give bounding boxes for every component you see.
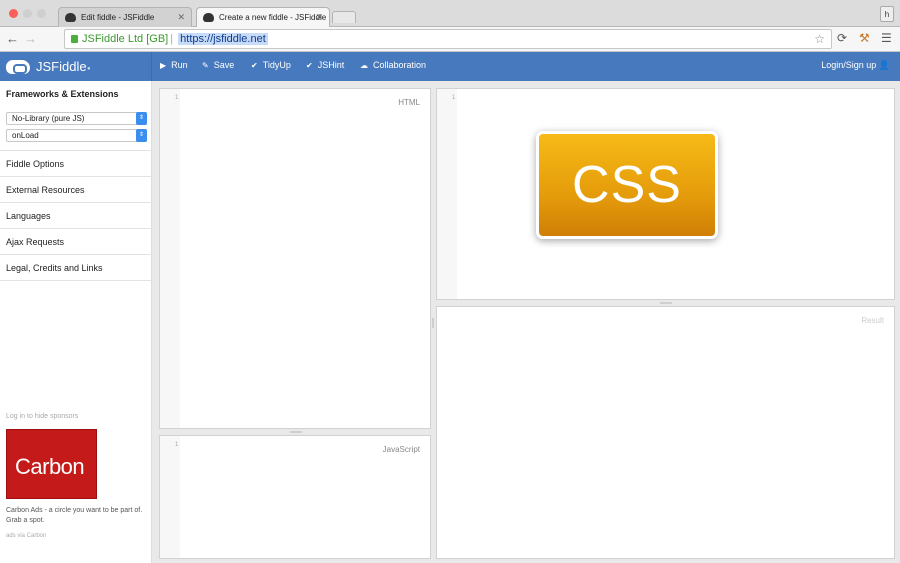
line-gutter (437, 89, 457, 299)
ads-via-carbon-link[interactable]: ads via Carbon (6, 533, 46, 539)
tab-label: Create a new fiddle - JSFiddle (219, 13, 327, 22)
result-panel-label: Result (861, 316, 884, 325)
run-button[interactable]: ▶ Run (160, 60, 188, 70)
cloud-icon: ☁ (360, 61, 368, 70)
hide-sponsors-link[interactable]: Log in to hide sponsors (6, 413, 78, 420)
sidebar-item-ajax-requests[interactable]: Ajax Requests (0, 228, 152, 254)
jsfiddle-favicon-icon (65, 13, 76, 22)
javascript-editor-panel[interactable]: 1 JavaScript (159, 435, 431, 559)
column-resize-handle[interactable] (432, 318, 434, 328)
sidebar: Frameworks & Extensions No-Library (pure… (0, 81, 152, 563)
close-tab-icon[interactable]: ✕ (315, 12, 323, 23)
library-select[interactable]: No-Library (pure JS) ⇕ (6, 112, 147, 125)
load-type-select[interactable]: onLoad ⇕ (6, 129, 147, 142)
pencil-icon: ✎ (202, 61, 209, 70)
ev-certificate-name: JSFiddle Ltd [GB] (82, 33, 169, 45)
play-icon: ▶ (160, 61, 167, 70)
forward-arrow-icon[interactable]: → (24, 31, 37, 46)
css-resize-handle[interactable] (660, 302, 672, 304)
result-panel[interactable]: Result (436, 306, 895, 559)
jsfiddle-favicon-icon (203, 13, 214, 22)
carbon-ad-text[interactable]: Carbon Ads - a circle you want to be par… (6, 506, 151, 526)
sidebar-item-legal[interactable]: Legal, Credits and Links (0, 254, 152, 280)
css-badge-text: CSS (572, 156, 682, 214)
sidebar-item-external-resources[interactable]: External Resources (0, 176, 152, 202)
javascript-panel-label: JavaScript (382, 445, 420, 454)
jsfiddle-header: JSFiddle ● ▶ Run ✎ Save ✔ TidyUp ✔ JSHint ☁ C… (0, 52, 900, 81)
css-editor-panel[interactable]: 1 CSS (436, 88, 895, 300)
minimize-window-button[interactable] (23, 9, 32, 18)
logo-text[interactable]: JSFiddle (36, 59, 87, 74)
close-window-button[interactable] (9, 9, 18, 18)
save-button[interactable]: ✎ Save (202, 60, 234, 70)
tidyup-button[interactable]: ✔ TidyUp (251, 60, 291, 70)
sidebar-item-languages[interactable]: Languages (0, 202, 152, 228)
bookmark-star-icon[interactable]: ☆ (814, 32, 825, 46)
jsfiddle-cloud-logo-icon (6, 60, 30, 74)
html-editor-panel[interactable]: 1 HTML (159, 88, 431, 429)
html-panel-label: HTML (398, 98, 420, 107)
wand-icon: ✔ (251, 61, 258, 70)
tab-edit-fiddle[interactable]: Edit fiddle - JSFiddle ✕ (58, 7, 192, 27)
maximize-window-button[interactable] (37, 9, 46, 18)
check-icon: ✔ (306, 61, 313, 70)
login-signup-link[interactable]: Login/Sign up 👤 (821, 60, 890, 71)
address-bar[interactable]: JSFiddle Ltd [GB] | https://jsfiddle.net … (64, 29, 832, 49)
header-divider (151, 52, 152, 81)
user-icon: 👤 (878, 60, 890, 70)
frameworks-heading[interactable]: Frameworks & Extensions (6, 89, 119, 99)
sidebar-divider (0, 280, 152, 281)
carbon-logo-text: Carbon (15, 454, 85, 479)
tab-label: Edit fiddle - JSFiddle (81, 13, 155, 22)
url-text[interactable]: https://jsfiddle.net (178, 33, 268, 45)
line-number: 1 (175, 442, 179, 448)
profile-button[interactable]: h (880, 6, 894, 22)
css-badge-image: CSS (536, 131, 718, 239)
menu-hamburger-icon[interactable]: ☰ (881, 31, 892, 45)
lock-icon (71, 35, 78, 43)
browser-toolbar: ← → JSFiddle Ltd [GB] | https://jsfiddle.… (0, 27, 900, 52)
close-tab-icon[interactable]: ✕ (177, 12, 185, 23)
tab-create-fiddle[interactable]: Create a new fiddle - JSFiddle ✕ (196, 7, 330, 27)
line-number: 1 (452, 95, 456, 101)
back-arrow-icon[interactable]: ← (6, 31, 19, 46)
collaboration-button[interactable]: ☁ Collaboration (360, 60, 426, 70)
extension-sync-icon[interactable]: ⟳ (837, 31, 847, 45)
carbon-ad-image[interactable]: Carbon (6, 429, 97, 499)
html-resize-handle[interactable] (290, 431, 302, 433)
extension-hammer-icon[interactable]: ⚒ (859, 31, 870, 45)
beta-dot-icon: ● (87, 66, 91, 72)
sidebar-item-fiddle-options[interactable]: Fiddle Options (0, 150, 152, 176)
select-arrows-icon: ⇕ (136, 112, 147, 125)
new-tab-button[interactable] (332, 11, 356, 23)
line-gutter (160, 89, 180, 428)
select-arrows-icon: ⇕ (136, 129, 147, 142)
line-gutter (160, 436, 180, 558)
browser-tab-strip: Edit fiddle - JSFiddle ✕ Create a new fi… (0, 0, 900, 27)
line-number: 1 (175, 95, 179, 101)
jshint-button[interactable]: ✔ JSHint (306, 60, 344, 70)
